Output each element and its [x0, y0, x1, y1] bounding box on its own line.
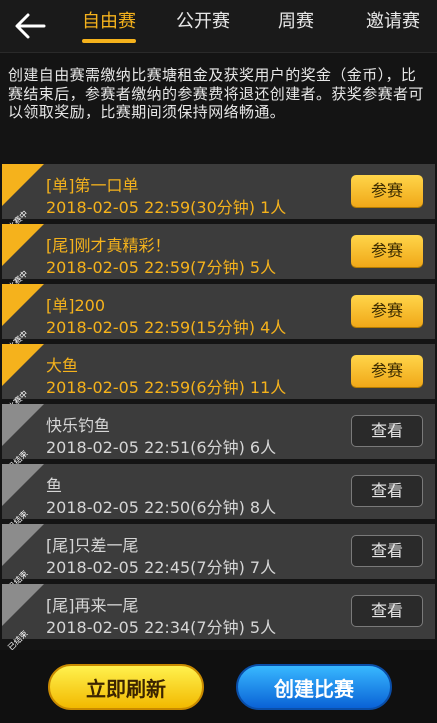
- match-info: 2018-02-05 22:59(15分钟) 4人: [46, 318, 287, 337]
- top-bar: 自由赛 公开赛 周赛 邀请赛: [0, 0, 437, 53]
- match-info: 2018-02-05 22:50(6分钟) 8人: [46, 498, 277, 517]
- view-button[interactable]: 查看: [351, 475, 423, 507]
- description-text: 创建自由赛需缴纳比赛塘租金及获奖用户的奖金（金币），比赛结束后，参赛者缴纳的参赛…: [8, 66, 424, 121]
- match-title: [尾]刚才真精彩！: [46, 236, 171, 255]
- match-info: 2018-02-05 22:45(7分钟) 7人: [46, 558, 277, 577]
- join-button[interactable]: 参赛: [351, 295, 423, 327]
- tab-invite-match[interactable]: 邀请赛: [356, 0, 430, 52]
- match-info: 2018-02-05 22:34(7分钟) 5人: [46, 618, 277, 637]
- status-ribbon: 已结束: [2, 404, 44, 472]
- match-title: 鱼: [46, 476, 63, 495]
- match-title: 大鱼: [46, 356, 79, 375]
- status-ribbon: 比赛中: [2, 284, 44, 352]
- match-row[interactable]: 已结束 [尾]只差一尾 2018-02-05 22:45(7分钟) 7人 查看: [2, 524, 435, 592]
- active-tab-indicator: [82, 39, 136, 43]
- tab-open-match[interactable]: 公开赛: [166, 0, 240, 52]
- match-row[interactable]: 已结束 快乐钓鱼 2018-02-05 22:51(6分钟) 6人 查看: [2, 404, 435, 472]
- match-info: 2018-02-05 22:59(6分钟) 11人: [46, 378, 287, 397]
- back-arrow-icon: [15, 13, 46, 39]
- status-ribbon: 已结束: [2, 464, 44, 532]
- match-info: 2018-02-05 22:51(6分钟) 6人: [46, 438, 277, 457]
- tab-weekly-match[interactable]: 周赛: [264, 0, 328, 52]
- match-row[interactable]: 已结束鱼 2018-02-05 22:50(6分钟) 8人 查看: [2, 464, 435, 532]
- status-ribbon: 比赛中: [2, 344, 44, 412]
- match-row[interactable]: 比赛中 大鱼 2018-02-05 22:59(6分钟) 11人 参赛: [2, 344, 435, 412]
- match-list: 比赛中 [单]第一口单 2018-02-05 22:59(30分钟) 1人 参赛 比赛中…: [0, 164, 437, 652]
- status-ribbon: 已结束: [2, 584, 44, 652]
- view-button[interactable]: 查看: [351, 535, 423, 567]
- back-button[interactable]: [12, 10, 48, 42]
- match-row[interactable]: 比赛中 [单]200 2018-02-05 22:59(15分钟) 4人 参赛: [2, 284, 435, 352]
- match-title: 快乐钓鱼: [46, 416, 111, 435]
- status-ribbon: 比赛中: [2, 164, 44, 232]
- join-button[interactable]: 参赛: [351, 175, 423, 207]
- match-title: [尾]再来一尾: [46, 596, 139, 615]
- join-button[interactable]: 参赛: [351, 235, 423, 267]
- match-info: 2018-02-05 22:59(7分钟) 5人: [46, 258, 277, 277]
- match-row[interactable]: 比赛中 [单]第一口单 2018-02-05 22:59(30分钟) 1人 参赛: [2, 164, 435, 232]
- tab-free-match[interactable]: 自由赛: [72, 0, 146, 52]
- refresh-button[interactable]: 立即刷新: [48, 664, 204, 710]
- join-button[interactable]: 参赛: [351, 355, 423, 387]
- match-row[interactable]: 比赛中 [尾]刚才真精彩！ 2018-02-05 22:59(7分钟) 5人 参赛: [2, 224, 435, 292]
- match-title: [单]第一口单: [46, 176, 139, 195]
- match-row[interactable]: 已结束 [尾]再来一尾 2018-02-05 22:34(7分钟) 5人 查看: [2, 584, 435, 652]
- status-ribbon: 已结束: [2, 524, 44, 592]
- match-title: [单]200: [46, 296, 106, 315]
- view-button[interactable]: 查看: [351, 415, 423, 447]
- match-info: 2018-02-05 22:59(30分钟) 1人: [46, 198, 287, 217]
- match-title: [尾]只差一尾: [46, 536, 139, 555]
- view-button[interactable]: 查看: [351, 595, 423, 627]
- status-ribbon: 比赛中: [2, 224, 44, 292]
- create-match-button[interactable]: 创建比赛: [236, 664, 392, 710]
